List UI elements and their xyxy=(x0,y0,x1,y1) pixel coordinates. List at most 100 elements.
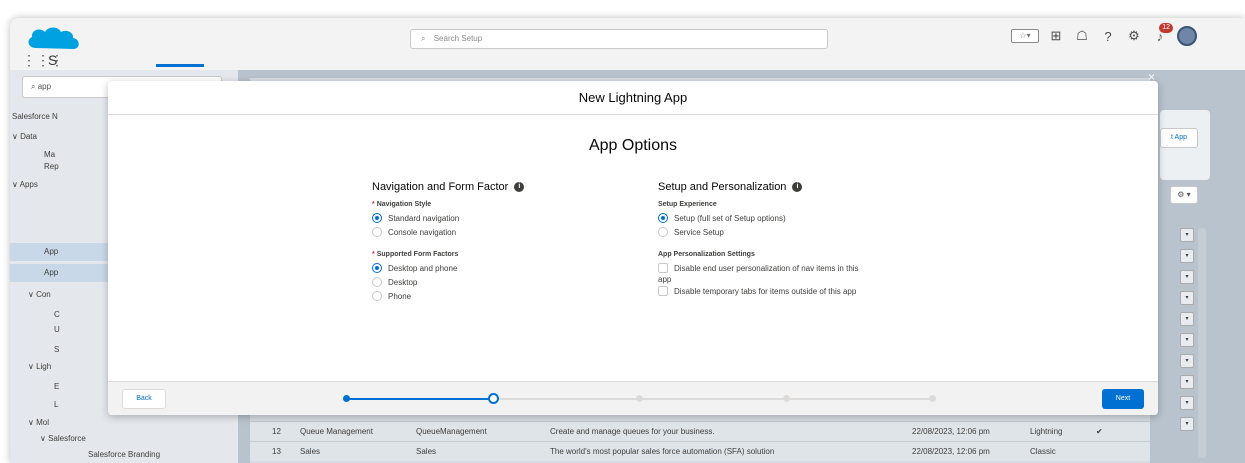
radio-button[interactable] xyxy=(372,227,382,237)
modal-footer: Back Next xyxy=(108,381,1158,415)
progress-step[interactable] xyxy=(487,393,499,404)
radio-standard-navigation[interactable]: Standard navigation xyxy=(372,213,524,223)
sidebar-item[interactable]: App xyxy=(44,247,58,256)
sidebar-item[interactable]: Salesforce N xyxy=(12,112,58,121)
radio-label: Service Setup xyxy=(674,227,724,237)
checkbox-label: Disable end user personalization of nav … xyxy=(674,263,859,273)
sidebar-item[interactable]: L xyxy=(54,400,58,409)
navigation-section: Navigation and Form Factor i * Navigation… xyxy=(372,181,525,315)
row-action-button[interactable]: ▾ xyxy=(1180,396,1194,410)
developer-name-cell: QueueManagement xyxy=(416,427,487,436)
progress-step[interactable] xyxy=(343,395,350,402)
sidebar-item[interactable]: ∨ Mol xyxy=(28,418,49,427)
row-number: 13 xyxy=(272,447,281,456)
section-title: Navigation and Form Factor i xyxy=(372,181,525,193)
row-action-button[interactable]: ▾ xyxy=(1180,354,1194,368)
table-row[interactable]: 12 Queue Management QueueManagement Crea… xyxy=(250,421,1150,441)
row-action-button[interactable]: ▾ xyxy=(1180,375,1194,389)
row-action-button[interactable]: ▾ xyxy=(1180,417,1194,431)
search-icon: ⌕ xyxy=(31,82,38,91)
next-button[interactable]: Next xyxy=(1102,389,1144,409)
form-factor-group: * Supported Form Factors Desktop and phon… xyxy=(372,251,524,301)
sidebar-item[interactable]: ∨ Con xyxy=(28,290,51,299)
radio-desktop[interactable]: Desktop xyxy=(372,277,524,287)
progress-step[interactable] xyxy=(782,395,790,402)
sidebar-item[interactable]: C xyxy=(54,310,60,319)
help-icon[interactable]: ? xyxy=(1099,27,1117,45)
progress-fill xyxy=(346,398,493,400)
global-header: ⌕ Search Setup ☆▾ ⊞ ☖ ? ⚙ ♪ 12 ⋮⋮⋮ S xyxy=(10,18,1245,70)
sidebar-item[interactable]: E xyxy=(54,382,59,391)
list-scrollbar[interactable] xyxy=(1198,228,1206,458)
setup-experience-group: Setup Experience Setup (full set of Setu… xyxy=(658,201,859,237)
radio-full-setup[interactable]: Setup (full set of Setup options) xyxy=(658,213,859,223)
radio-button[interactable] xyxy=(372,291,382,301)
row-action-button[interactable]: ▾ xyxy=(1180,312,1194,326)
developer-name-cell: Sales xyxy=(416,447,437,456)
info-icon[interactable]: i xyxy=(514,182,525,192)
avatar[interactable] xyxy=(1177,26,1197,46)
sidebar-item[interactable]: App xyxy=(44,268,58,277)
list-settings-button[interactable]: ⚙ ▾ xyxy=(1170,186,1198,204)
checkbox[interactable] xyxy=(658,263,668,273)
progress-step[interactable] xyxy=(636,395,643,402)
personalization-group: App Personalization Settings Disable end… xyxy=(658,251,859,296)
checkbox-label-continued: app xyxy=(658,275,672,284)
app-name-cell: Queue Management xyxy=(300,427,373,436)
sidebar-item[interactable]: S xyxy=(54,345,59,354)
checkbox-disable-nav-personalization[interactable]: Disable end user personalization of nav … xyxy=(658,263,859,273)
field-label-text: Navigation Style xyxy=(376,201,432,208)
tab-indicator xyxy=(156,64,204,67)
field-label: Setup Experience xyxy=(658,201,717,208)
table-row[interactable]: 13 Sales Sales The world's most popular … xyxy=(250,441,1150,461)
sidebar-item[interactable]: U xyxy=(54,325,60,334)
setup-section: Setup and Personalization i Setup Experi… xyxy=(658,181,859,310)
radio-desktop-and-phone[interactable]: Desktop and phone xyxy=(372,263,524,273)
row-action-button[interactable]: ▾ xyxy=(1180,291,1194,305)
checkbox-disable-temporary-tabs[interactable]: Disable temporary tabs for items outside… xyxy=(658,286,859,296)
sidebar-item[interactable]: ∨ Apps xyxy=(12,180,38,189)
notification-badge: 12 xyxy=(1159,23,1173,33)
sidebar-item[interactable]: Rep xyxy=(44,162,59,171)
radio-label: Console navigation xyxy=(388,227,457,237)
bell-icon[interactable]: ♪ 12 xyxy=(1151,23,1173,45)
trailhead-icon[interactable]: ☖ xyxy=(1073,27,1091,45)
global-actions-icon[interactable]: ⊞ xyxy=(1047,27,1065,45)
row-action-button[interactable]: ▾ xyxy=(1180,228,1194,242)
new-lightning-app-modal: New Lightning App App Options Navigation… xyxy=(108,81,1158,415)
radio-phone[interactable]: Phone xyxy=(372,291,524,301)
radio-console-navigation[interactable]: Console navigation xyxy=(372,227,524,237)
sidebar-item[interactable]: ∨ Ligh xyxy=(28,362,51,371)
radio-button[interactable] xyxy=(372,213,382,223)
radio-label: Desktop and phone xyxy=(388,263,458,273)
row-action-button[interactable]: ▾ xyxy=(1180,333,1194,347)
field-label-text: Supported Form Factors xyxy=(376,251,459,258)
description-cell: Create and manage queues for your busine… xyxy=(550,427,715,436)
checkbox[interactable] xyxy=(658,286,668,296)
new-lightning-app-button[interactable]: t App xyxy=(1160,128,1198,148)
sidebar-item[interactable]: Ma xyxy=(44,150,55,159)
sidebar-item[interactable]: Salesforce Branding xyxy=(88,450,160,459)
modal-title: New Lightning App xyxy=(108,81,1158,115)
global-search-input[interactable]: ⌕ Search Setup xyxy=(410,29,828,49)
radio-label: Desktop xyxy=(388,277,418,287)
progress-indicator xyxy=(343,393,936,404)
row-action-button[interactable]: ▾ xyxy=(1180,249,1194,263)
favorites-icon[interactable]: ☆▾ xyxy=(1011,29,1039,43)
gear-icon[interactable]: ⚙ xyxy=(1125,27,1143,45)
progress-step[interactable] xyxy=(929,395,936,402)
info-icon[interactable]: i xyxy=(792,182,803,192)
sidebar-item[interactable]: ∨ Data xyxy=(12,132,37,141)
app-type-cell: Lightning xyxy=(1030,427,1063,436)
waffle-grid-icon[interactable]: ⋮⋮⋮ xyxy=(22,52,64,68)
navigation-style-group: * Navigation Style Standard navigation Co… xyxy=(372,201,524,237)
radio-service-setup[interactable]: Service Setup xyxy=(658,227,859,237)
radio-button[interactable] xyxy=(372,263,382,273)
radio-button[interactable] xyxy=(658,213,668,223)
radio-button[interactable] xyxy=(372,277,382,287)
back-button[interactable]: Back xyxy=(122,389,166,409)
sidebar-item[interactable]: ∨ Salesforce xyxy=(40,434,86,443)
salesforce-logo[interactable] xyxy=(24,24,86,54)
radio-button[interactable] xyxy=(658,227,668,237)
row-action-button[interactable]: ▾ xyxy=(1180,270,1194,284)
